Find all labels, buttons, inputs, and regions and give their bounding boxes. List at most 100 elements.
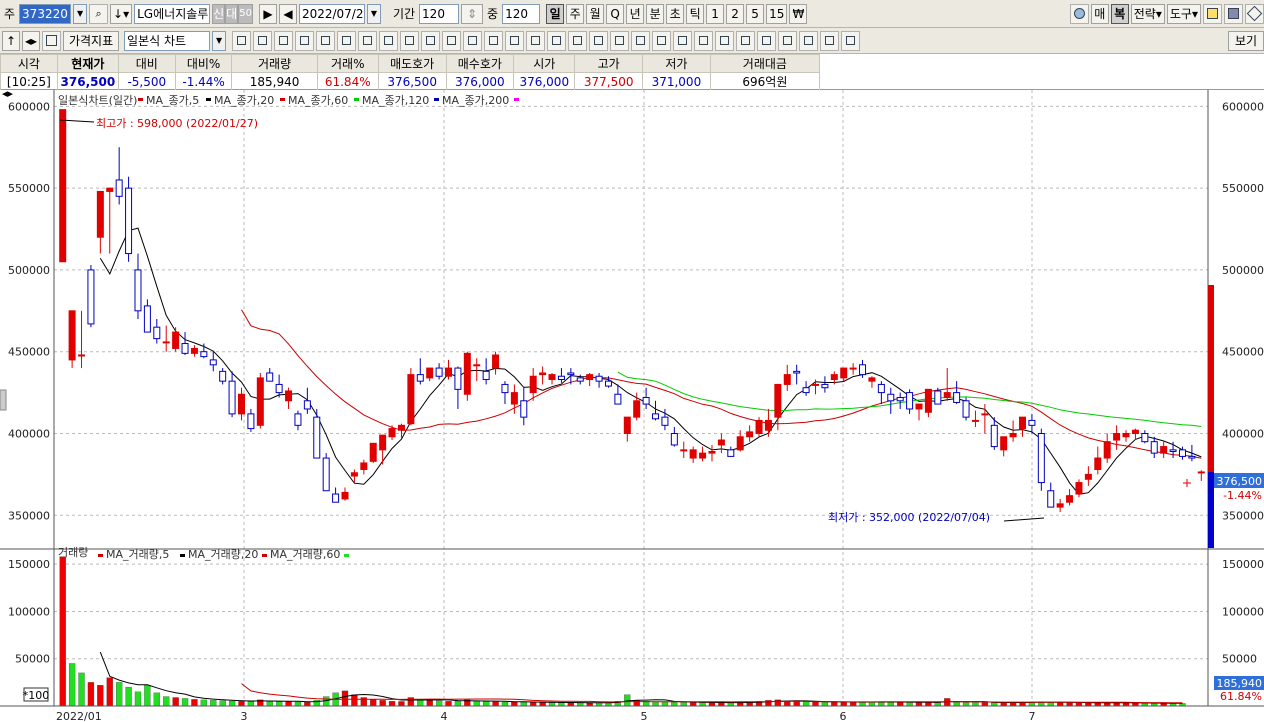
pattern-icon[interactable] bbox=[820, 30, 840, 51]
angle-line-icon[interactable] bbox=[253, 30, 273, 51]
parallel-icon[interactable] bbox=[463, 30, 483, 51]
buy-sell-button[interactable]: 매 bbox=[1090, 3, 1109, 24]
folder-icon[interactable] bbox=[1203, 3, 1222, 24]
timeframe-year[interactable]: 년 bbox=[626, 3, 645, 24]
fill-icon[interactable] bbox=[547, 30, 567, 51]
stock-chart[interactable]: 600000 600000550000 550000500000 5000004500… bbox=[0, 90, 1264, 722]
save-icon[interactable] bbox=[1224, 3, 1243, 24]
low-price-note: 최저가 : 352,000 (2022/07/04) bbox=[828, 511, 990, 524]
price-tick-left: 600000 bbox=[8, 100, 50, 113]
candle-body bbox=[247, 413, 255, 430]
chart-type-select[interactable]: 일본식 차트 bbox=[124, 30, 211, 51]
next-arrow-icon[interactable]: ▶ bbox=[258, 3, 277, 24]
cloud-icon[interactable] bbox=[1069, 3, 1089, 24]
candle-body bbox=[1141, 433, 1149, 443]
fan-icon[interactable] bbox=[274, 30, 294, 51]
strategy-button[interactable]: 전략 ▾ bbox=[1130, 3, 1165, 24]
vertical-line-icon[interactable] bbox=[337, 30, 357, 51]
volume-bar bbox=[200, 699, 208, 707]
strategy-label: 전략 bbox=[1133, 7, 1156, 21]
wrench-icon[interactable] bbox=[1245, 3, 1264, 24]
candle-body bbox=[275, 383, 283, 394]
currency-button[interactable]: ₩ bbox=[789, 3, 808, 24]
candle-body bbox=[699, 452, 707, 459]
settings-icon[interactable] bbox=[778, 30, 798, 51]
volume-bar bbox=[275, 701, 283, 707]
date-input[interactable]: 2022/07/25 bbox=[298, 3, 365, 24]
color-icon[interactable] bbox=[526, 30, 546, 51]
trendline-icon[interactable] bbox=[232, 30, 252, 51]
edit-icon[interactable] bbox=[42, 30, 62, 51]
chart-type-dropdown-icon[interactable]: ▼ bbox=[212, 30, 227, 51]
down-arrow-icon[interactable] bbox=[631, 30, 651, 51]
grid-line-icon[interactable] bbox=[379, 30, 399, 51]
candle-body bbox=[670, 433, 678, 446]
wave-icon[interactable] bbox=[799, 30, 819, 51]
volume-bar bbox=[116, 682, 123, 707]
date-label: 7 bbox=[1029, 710, 1036, 722]
eraser-icon[interactable] bbox=[484, 30, 504, 51]
stock-code-input[interactable]: 373220 bbox=[19, 3, 72, 24]
prev-arrow-icon[interactable]: ◀ bbox=[278, 3, 297, 24]
zoom-icon[interactable] bbox=[757, 30, 777, 51]
candle-body bbox=[1028, 419, 1036, 426]
period-spin-icon[interactable]: ⇕ bbox=[461, 3, 484, 24]
timeframe-week[interactable]: 주 bbox=[566, 3, 585, 24]
timeframe-month[interactable]: 월 bbox=[586, 3, 605, 24]
timeframe-day[interactable]: 일 bbox=[546, 3, 565, 24]
candle-body bbox=[708, 450, 716, 454]
candle-body bbox=[492, 354, 500, 369]
volume-tick-right: 50000 bbox=[1222, 653, 1257, 666]
calendar-icon[interactable] bbox=[841, 30, 861, 51]
search-icon[interactable]: ⌕ bbox=[89, 3, 109, 24]
format-icon[interactable] bbox=[568, 30, 588, 51]
date-dropdown-icon[interactable]: ▼ bbox=[366, 3, 381, 24]
overlap-input[interactable]: 120 bbox=[502, 3, 541, 24]
fib-line-icon[interactable] bbox=[400, 30, 420, 51]
timeframe-second[interactable]: 초 bbox=[666, 3, 685, 24]
volume-bar bbox=[831, 701, 838, 707]
volume-bar bbox=[981, 702, 989, 707]
left-arrow-icon[interactable] bbox=[652, 30, 672, 51]
channel-icon[interactable] bbox=[442, 30, 462, 51]
volume-bar bbox=[1047, 702, 1054, 707]
price-tick-right: 450000 bbox=[1222, 346, 1264, 359]
sort-icon[interactable]: ↓▾ bbox=[110, 3, 133, 24]
code-dropdown-icon[interactable]: ▼ bbox=[73, 3, 88, 24]
timeframe-1[interactable]: 1 bbox=[706, 3, 725, 24]
timeframe-15[interactable]: 15 bbox=[766, 3, 788, 24]
view-button[interactable]: 보기 bbox=[1228, 30, 1264, 51]
timeframe-2[interactable]: 2 bbox=[726, 3, 745, 24]
up-arrow-icon[interactable] bbox=[610, 30, 630, 51]
cycle-line-icon[interactable] bbox=[421, 30, 441, 51]
candle-body bbox=[303, 400, 311, 410]
rectangle-icon[interactable] bbox=[736, 30, 756, 51]
quote-value-9: 377,500 bbox=[574, 72, 644, 91]
timeframe-tick[interactable]: 틱 bbox=[686, 3, 705, 24]
candle-body bbox=[445, 367, 453, 377]
horizontal-line-icon[interactable] bbox=[316, 30, 336, 51]
price-tick-left: 350000 bbox=[8, 509, 50, 522]
volume-bar bbox=[812, 701, 819, 707]
candle-body bbox=[369, 442, 377, 462]
arrow-right-icon[interactable] bbox=[694, 30, 714, 51]
pen-icon[interactable] bbox=[295, 30, 315, 51]
cursor-icon[interactable] bbox=[505, 30, 525, 51]
timeframe-minute[interactable]: 분 bbox=[646, 3, 665, 24]
volume-bar bbox=[878, 701, 885, 707]
period-input[interactable]: 120 bbox=[419, 3, 460, 24]
volume-bar bbox=[341, 690, 349, 707]
restore-button[interactable]: 복 bbox=[1110, 3, 1129, 24]
timeframe-5[interactable]: 5 bbox=[746, 3, 765, 24]
right-arrow-icon[interactable] bbox=[673, 30, 693, 51]
price-indicator-button[interactable]: 가격지표 bbox=[63, 30, 120, 51]
timeframe-quarter[interactable]: Q bbox=[606, 3, 625, 24]
volume-bar bbox=[727, 702, 734, 707]
period-line-icon[interactable] bbox=[358, 30, 378, 51]
arrow-up-icon[interactable]: ↑ bbox=[2, 30, 20, 51]
volume-title: 거래량 bbox=[58, 546, 88, 559]
tools-button[interactable]: 도구 ▾ bbox=[1166, 3, 1201, 24]
magnify-icon[interactable] bbox=[589, 30, 609, 51]
circle-icon[interactable] bbox=[715, 30, 735, 51]
expand-icon[interactable]: ◂▸ bbox=[22, 30, 41, 51]
